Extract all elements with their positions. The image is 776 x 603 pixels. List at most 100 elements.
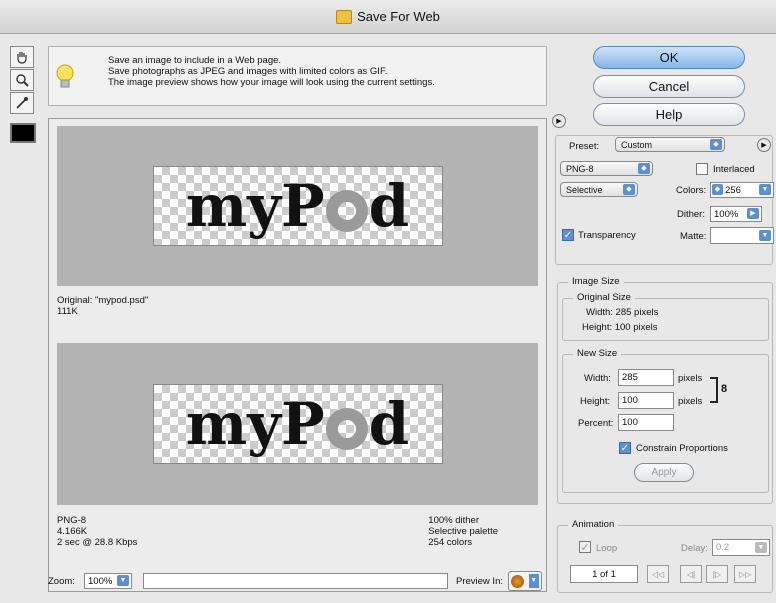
logo-o-shape <box>325 408 368 450</box>
constrain-proportions-checkbox[interactable]: ✓ <box>619 442 631 454</box>
logo-text-right: d <box>368 172 410 240</box>
last-frame-icon[interactable]: ▷▷ <box>734 565 756 583</box>
stepper-icon[interactable]: ◆ <box>712 184 723 195</box>
preset-select[interactable]: Custom ◆ <box>615 137 725 152</box>
eyedropper-tool-icon[interactable] <box>10 92 34 114</box>
chevron-down-icon: ▼ <box>528 574 539 588</box>
chevron-down-icon: ▼ <box>759 230 771 241</box>
matte-label: Matte: <box>680 231 707 242</box>
dither-field[interactable]: 100% ▶ <box>710 206 762 222</box>
image-size-title: Image Size <box>568 276 624 287</box>
lightbulb-icon <box>56 64 74 88</box>
colors-label: Colors: <box>676 185 707 196</box>
title-bar: Save For Web <box>0 0 776 34</box>
toolbox <box>10 46 36 115</box>
updown-arrows-icon: ◆ <box>623 184 635 195</box>
apply-button[interactable]: Apply <box>634 463 694 482</box>
optimized-download-time: 2 sec @ 28.8 Kbps <box>57 537 138 548</box>
next-frame-icon[interactable]: |▷ <box>706 565 728 583</box>
status-field <box>143 573 448 589</box>
tip-text: Save an image to include in a Web page. … <box>108 55 435 88</box>
preview-in-browser-button[interactable]: ▼ <box>508 571 542 591</box>
matte-select[interactable]: ▼ <box>710 227 774 244</box>
original-info: Original: "mypod.psd" 111K <box>57 295 538 317</box>
colors-field[interactable]: ◆ 256 ▼ <box>710 182 774 198</box>
zoom-select[interactable]: 100% ▼ <box>84 573 132 589</box>
tip-line-2: Save photographs as JPEG and images with… <box>108 66 388 77</box>
new-size-title: New Size <box>573 348 622 359</box>
previous-frame-icon[interactable]: ◁| <box>680 565 702 583</box>
optimized-preview-pane[interactable]: myP d <box>57 343 538 505</box>
interlaced-label: Interlaced <box>713 164 755 175</box>
play-icon[interactable]: ▶ <box>552 114 566 128</box>
zoom-value: 100% <box>88 575 113 587</box>
preview-in-label: Preview In: <box>456 576 503 587</box>
zoom-tool-icon[interactable] <box>10 69 34 91</box>
transparency-label: Transparency <box>578 230 636 241</box>
colors-value: 256 <box>725 184 741 196</box>
optimized-image: myP d <box>152 384 443 464</box>
play-arrow-icon: ▶ <box>747 208 759 219</box>
format-value: PNG-8 <box>566 163 594 174</box>
optimized-colors: 254 colors <box>428 537 473 548</box>
color-reduction-select[interactable]: Selective ◆ <box>560 182 638 197</box>
chevron-down-icon: ▼ <box>117 575 129 586</box>
window-title: Save For Web <box>357 9 440 24</box>
optimized-info: PNG-8 4.166K 2 sec @ 28.8 Kbps 100% dith… <box>57 515 538 548</box>
photoshop-document-icon <box>336 9 353 24</box>
width-unit: pixels <box>678 373 703 384</box>
zoom-row: Zoom: 100% ▼ Preview In: ▼ <box>48 570 547 594</box>
width-label: Width: <box>584 373 611 384</box>
optimized-size: 4.166K <box>57 526 88 537</box>
original-name: Original: "mypod.psd" <box>57 295 149 306</box>
frame-counter: 1 of 1 <box>570 565 638 583</box>
original-preview-pane[interactable]: myP d <box>57 126 538 286</box>
original-size: 111K <box>57 306 78 317</box>
help-button[interactable]: Help <box>593 103 745 126</box>
constrain-proportions-label: Constrain Proportions <box>636 443 728 454</box>
settings-menu-icon[interactable]: ▶ <box>757 138 771 152</box>
percent-label: Percent: <box>578 418 614 429</box>
logo-o-shape <box>325 190 368 232</box>
animation-title: Animation <box>568 519 619 530</box>
height-unit: pixels <box>678 396 703 407</box>
hand-tool-icon[interactable] <box>10 46 34 68</box>
cancel-button[interactable]: Cancel <box>593 75 745 98</box>
loop-checkbox[interactable]: ✓ <box>579 541 591 554</box>
tip-line-1: Save an image to include in a Web page. <box>108 55 282 66</box>
logo-text-left: myP <box>185 390 325 458</box>
original-height-text: Height: 100 pixels <box>582 322 658 333</box>
optimized-palette: Selective palette <box>428 526 498 537</box>
color-reduction-value: Selective <box>566 184 603 195</box>
original-image: myP d <box>152 166 443 246</box>
interlaced-checkbox[interactable] <box>696 163 708 175</box>
browser-icon <box>511 574 525 588</box>
zoom-label: Zoom: <box>48 576 75 587</box>
logo-text-right: d <box>368 390 410 458</box>
tip-line-3: The image preview shows how your image w… <box>108 77 435 88</box>
delay-label: Delay: <box>681 543 708 554</box>
percent-input[interactable]: 100 <box>618 414 674 431</box>
transparency-checkbox[interactable]: ✓ <box>562 229 574 241</box>
chain-link-icon: 8 <box>721 383 728 395</box>
optimized-dither: 100% dither <box>428 515 479 526</box>
delay-value: 0.2 <box>716 542 730 553</box>
preset-label: Preset: <box>569 141 600 152</box>
eyedropper-color-swatch[interactable] <box>10 123 36 143</box>
width-input[interactable]: 285 <box>618 369 674 386</box>
chevron-down-icon: ▼ <box>759 184 771 195</box>
ok-button[interactable]: OK <box>593 46 745 69</box>
preview-area: myP d Original: "mypod.psd" 111K myP d PNG… <box>48 118 547 592</box>
constrain-bracket <box>710 377 718 403</box>
height-label: Height: <box>580 396 611 407</box>
height-input[interactable]: 100 <box>618 392 674 409</box>
loop-label: Loop <box>596 543 618 554</box>
updown-arrows-icon: ◆ <box>710 139 722 150</box>
format-select[interactable]: PNG-8 ◆ <box>560 161 653 176</box>
delay-select[interactable]: 0.2 ▼ <box>712 539 770 556</box>
first-frame-icon[interactable]: ◁◁ <box>647 565 669 583</box>
original-width-text: Width: 285 pixels <box>586 307 659 318</box>
optimized-format: PNG-8 <box>57 515 87 526</box>
chevron-down-icon: ▼ <box>755 542 767 553</box>
dither-label: Dither: <box>677 209 705 220</box>
